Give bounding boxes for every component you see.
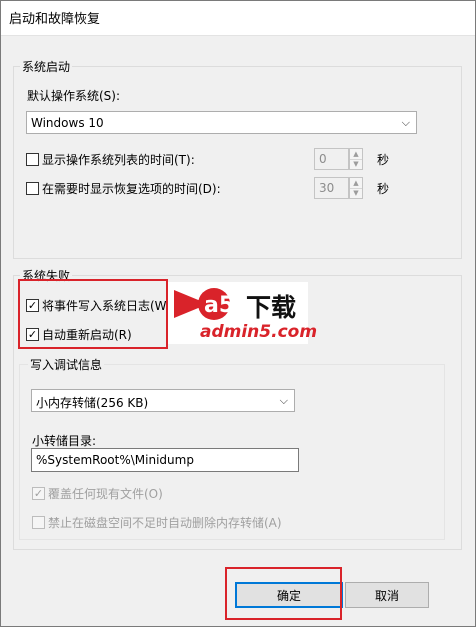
debug-info-label: 写入调试信息 <box>28 356 105 373</box>
highlight-checkboxes-box <box>18 279 168 349</box>
spin-down-icon[interactable]: ▼ <box>350 188 362 198</box>
a5-watermark-logo: a5 下载 admin5.com <box>168 282 317 344</box>
show-recovery-unit: 秒 <box>377 182 390 196</box>
show-os-list-spinner[interactable]: ▲ ▼ <box>349 148 363 170</box>
show-recovery-seconds-input[interactable]: 30 <box>314 177 349 199</box>
show-recovery-label: 在需要时显示恢复选项的时间(D): <box>42 182 221 196</box>
show-os-list-checkbox[interactable] <box>26 153 39 166</box>
show-os-list-seconds-input[interactable]: 0 <box>314 148 349 170</box>
dump-type-value: 小内存转储(256 KB) <box>36 396 149 410</box>
spin-down-icon[interactable]: ▼ <box>350 159 362 169</box>
dump-dir-value: %SystemRoot%\Minidump <box>36 453 194 467</box>
show-recovery-spinner[interactable]: ▲ ▼ <box>349 177 363 199</box>
disable-auto-delete-checkbox[interactable] <box>32 516 45 529</box>
disable-auto-delete-label: 禁止在磁盘空间不足时自动删除内存转储(A) <box>48 516 282 530</box>
show-os-list-unit: 秒 <box>377 153 390 167</box>
highlight-ok-box <box>225 567 342 620</box>
show-os-list-label: 显示操作系统列表的时间(T): <box>42 153 195 167</box>
system-startup-label: 系统启动 <box>20 58 73 75</box>
chevron-down-icon: ⌵ <box>401 116 410 129</box>
show-recovery-checkbox[interactable] <box>26 182 39 195</box>
watermark-url: admin5.com <box>200 322 318 342</box>
overwrite-label: 覆盖任何现有文件(O) <box>48 487 163 501</box>
dump-dir-label: 小转储目录: <box>32 434 97 448</box>
a5-logo-icon: a5 <box>174 288 234 320</box>
watermark-text: 下载 <box>246 293 297 322</box>
default-os-value: Windows 10 <box>31 116 104 130</box>
title-bar: 启动和故障恢复 <box>0 0 476 36</box>
cancel-button[interactable]: 取消 <box>345 582 429 608</box>
window-title: 启动和故障恢复 <box>9 12 101 27</box>
default-os-select[interactable]: Windows 10 ⌵ <box>26 111 417 134</box>
overwrite-checkbox[interactable]: ✓ <box>32 487 45 500</box>
chevron-down-icon: ⌵ <box>279 394 288 407</box>
default-os-label: 默认操作系统(S): <box>27 89 121 103</box>
svg-text:a5: a5 <box>204 293 234 318</box>
dump-type-select[interactable]: 小内存转储(256 KB) ⌵ <box>31 389 295 412</box>
dump-dir-input[interactable]: %SystemRoot%\Minidump <box>31 448 299 472</box>
